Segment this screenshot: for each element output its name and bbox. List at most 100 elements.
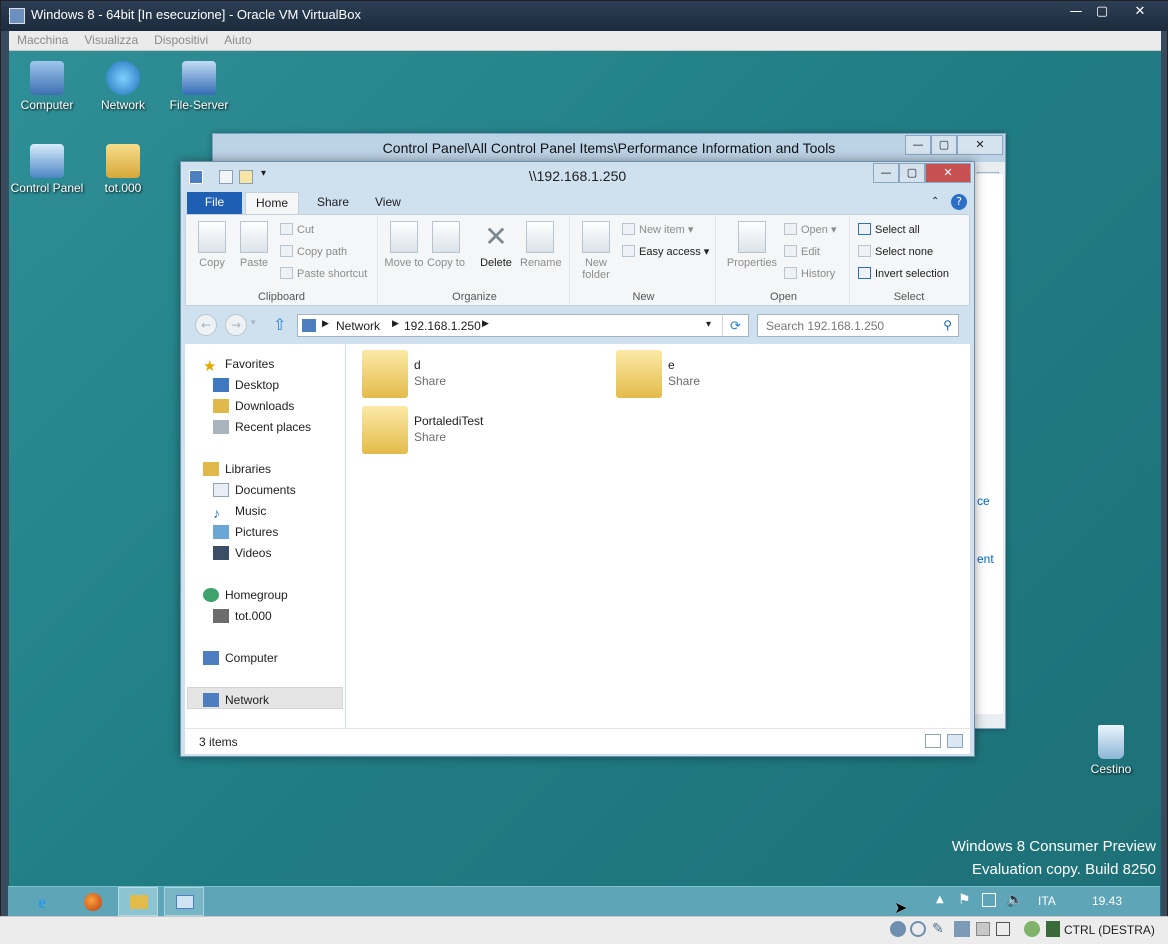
- help-icon[interactable]: ?: [951, 194, 967, 210]
- address-dropdown-icon[interactable]: ▾: [706, 319, 711, 330]
- host-maximize-button[interactable]: ▢: [1089, 3, 1115, 23]
- usb-icon[interactable]: ✎: [932, 921, 944, 937]
- show-hidden-icons[interactable]: ▲: [936, 894, 944, 905]
- recent-locations-icon[interactable]: ▾: [251, 318, 256, 328]
- paste-shortcut-button[interactable]: Paste shortcut: [280, 267, 367, 285]
- new-folder-button[interactable]: New folder: [576, 221, 616, 281]
- nav-homegroup[interactable]: Homegroup: [203, 585, 288, 605]
- breadcrumb-host[interactable]: 192.168.1.250: [404, 319, 481, 333]
- desktop-icon-network[interactable]: Network: [85, 61, 161, 112]
- details-view-icon[interactable]: [925, 734, 941, 748]
- nav-computer[interactable]: Computer: [203, 648, 278, 668]
- menu-dispositivi[interactable]: Dispositivi: [146, 31, 216, 49]
- explorer-close-button[interactable]: ✕: [925, 163, 971, 183]
- tab-share[interactable]: Share: [307, 192, 359, 214]
- move-to-button[interactable]: Move to: [384, 221, 424, 269]
- cp-link-fragment[interactable]: ce: [977, 494, 990, 508]
- desktop-icon-recycle-bin[interactable]: Cestino: [1073, 725, 1149, 776]
- explorer-minimize-button[interactable]: —: [873, 163, 899, 183]
- host-close-button[interactable]: ✕: [1127, 3, 1153, 23]
- share-item-e[interactable]: e Share: [616, 350, 846, 402]
- up-arrow-icon[interactable]: ⇧: [273, 315, 286, 334]
- clock[interactable]: 19.43: [1092, 894, 1122, 908]
- desktop-icon-file-server[interactable]: File-Server: [161, 61, 237, 112]
- back-button[interactable]: ←: [195, 314, 217, 336]
- copy-path-button[interactable]: Copy path: [280, 245, 347, 263]
- open-button[interactable]: Open ▾: [784, 223, 837, 241]
- desktop-icon-computer[interactable]: Computer: [9, 61, 85, 112]
- tab-view[interactable]: View: [365, 192, 411, 214]
- group-open: Properties Open ▾ Edit History Open: [718, 215, 850, 305]
- easy-access-button[interactable]: Easy access ▾: [622, 245, 709, 263]
- menu-aiuto[interactable]: Aiuto: [216, 31, 259, 49]
- cp-maximize-button[interactable]: ▢: [931, 135, 957, 155]
- nav-videos[interactable]: Videos: [213, 543, 271, 563]
- cp-minimize-button[interactable]: —: [905, 135, 931, 155]
- nav-libraries[interactable]: Libraries: [203, 459, 271, 479]
- breadcrumb-separator-icon[interactable]: ▶: [482, 318, 489, 329]
- host-minimize-button[interactable]: —: [1063, 3, 1089, 23]
- nav-desktop[interactable]: Desktop: [213, 375, 279, 395]
- delete-button[interactable]: ✕ Delete: [476, 221, 516, 269]
- copy-to-button[interactable]: Copy to: [426, 221, 466, 269]
- display-icon[interactable]: [996, 922, 1010, 936]
- host-titlebar[interactable]: Windows 8 - 64bit [In esecuzione] - Orac…: [1, 1, 1168, 31]
- virtualization-icon[interactable]: [1024, 921, 1040, 937]
- refresh-icon[interactable]: ⟳: [722, 315, 748, 336]
- paste-button[interactable]: Paste: [234, 221, 274, 269]
- desktop-icon-control-panel[interactable]: Control Panel: [9, 144, 85, 195]
- action-center-flag-icon[interactable]: ⚑: [958, 892, 971, 908]
- explorer-window[interactable]: ▾ \\192.168.1.250 — ▢ ✕ File Home Share …: [180, 161, 975, 757]
- taskbar-explorer[interactable]: [118, 887, 158, 916]
- cp-close-button[interactable]: ✕: [957, 135, 1003, 155]
- edit-button[interactable]: Edit: [784, 245, 820, 263]
- taskbar-ie[interactable]: e: [26, 887, 66, 916]
- invert-selection-button[interactable]: Invert selection: [858, 267, 949, 285]
- control-panel-titlebar[interactable]: Control Panel\All Control Panel Items\Pe…: [213, 134, 1005, 162]
- search-input[interactable]: Search 192.168.1.250 ⚲: [757, 314, 959, 337]
- nav-user-tot[interactable]: tot.000: [213, 606, 272, 626]
- nav-downloads[interactable]: Downloads: [213, 396, 294, 416]
- menu-macchina[interactable]: Macchina: [9, 31, 76, 49]
- nav-favorites[interactable]: ★ Favorites: [203, 354, 274, 374]
- address-bar[interactable]: ▶ Network ▶ 192.168.1.250 ▶ ▾ ⟳: [297, 314, 749, 337]
- optical-drive-icon[interactable]: [910, 921, 926, 937]
- nav-network[interactable]: Network: [203, 690, 269, 710]
- share-item-portaleditest[interactable]: PortalediTest Share: [362, 406, 592, 458]
- explorer-titlebar[interactable]: ▾ \\192.168.1.250 — ▢ ✕: [181, 162, 974, 192]
- breadcrumb-network[interactable]: Network: [336, 319, 380, 333]
- forward-button[interactable]: →: [225, 314, 247, 336]
- properties-button[interactable]: Properties: [722, 221, 782, 269]
- cut-button[interactable]: Cut: [280, 223, 314, 241]
- nav-recent-places[interactable]: Recent places: [213, 417, 311, 437]
- language-indicator[interactable]: ITA: [1038, 894, 1056, 908]
- copy-button[interactable]: Copy: [192, 221, 232, 269]
- new-item-button[interactable]: New item ▾: [622, 223, 693, 241]
- network-tray-icon[interactable]: [982, 893, 996, 907]
- breadcrumb-separator-icon[interactable]: ▶: [322, 318, 329, 329]
- nav-pictures[interactable]: Pictures: [213, 522, 278, 542]
- search-icon[interactable]: ⚲: [943, 318, 952, 332]
- nav-music[interactable]: ♪ Music: [213, 501, 266, 521]
- tab-home[interactable]: Home: [245, 192, 300, 214]
- volume-icon[interactable]: 🔈: [1006, 892, 1023, 908]
- tab-file[interactable]: File: [187, 192, 242, 214]
- rename-button[interactable]: Rename: [520, 221, 562, 269]
- menu-visualizza[interactable]: Visualizza: [76, 31, 146, 49]
- desktop-icon-user-folder[interactable]: tot.000: [85, 144, 161, 195]
- history-button[interactable]: History: [784, 267, 835, 285]
- select-all-button[interactable]: Select all: [858, 223, 920, 241]
- shared-folders-icon[interactable]: [976, 922, 990, 936]
- cp-link-fragment-2[interactable]: ent: [977, 552, 994, 566]
- breadcrumb-separator-icon[interactable]: ▶: [392, 318, 399, 329]
- large-icons-view-icon[interactable]: [947, 734, 963, 748]
- network-adapter-icon[interactable]: [954, 921, 970, 937]
- select-none-button[interactable]: Select none: [858, 245, 933, 263]
- ribbon-collapse-icon[interactable]: ⌃: [931, 196, 939, 207]
- taskbar-control-panel[interactable]: [164, 887, 204, 916]
- taskbar-firefox[interactable]: [72, 887, 112, 916]
- hard-disk-icon[interactable]: [890, 921, 906, 937]
- share-item-d[interactable]: d Share: [362, 350, 592, 402]
- nav-documents[interactable]: Documents: [213, 480, 296, 500]
- explorer-maximize-button[interactable]: ▢: [899, 163, 925, 183]
